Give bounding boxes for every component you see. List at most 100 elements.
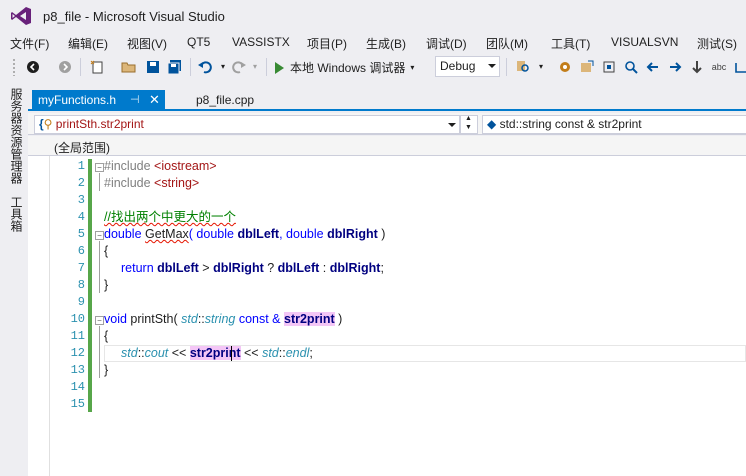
title-bar: p8_file - Microsoft Visual Studio [0, 0, 746, 32]
line-number: 7 [77, 261, 85, 275]
token: dblLeft [157, 261, 199, 275]
new-project-icon[interactable] [88, 58, 106, 76]
open-file-icon[interactable] [120, 58, 138, 76]
va-tool-1-icon[interactable] [556, 58, 574, 76]
menu-edit[interactable]: 编辑(E) [68, 35, 108, 52]
token: return [121, 261, 158, 275]
va-refresh-icon[interactable] [732, 58, 746, 76]
tab-p8-file-cpp[interactable]: p8_file.cpp [196, 93, 254, 107]
token: #include [104, 176, 155, 190]
menu-test[interactable]: 测试(S) [697, 35, 737, 52]
undo-icon[interactable] [196, 58, 214, 76]
token: const & [235, 312, 284, 326]
menu-team[interactable]: 团队(M) [486, 35, 528, 52]
server-explorer-tab[interactable]: 服务器资源管理器 [8, 88, 25, 184]
token: std [262, 346, 279, 360]
chevron-down-icon [448, 123, 456, 127]
visual-studio-logo-icon [11, 7, 31, 25]
start-debugging-button[interactable]: 本地 Windows 调试器 ▾ [275, 58, 414, 77]
spell-check-icon[interactable]: abc [710, 58, 728, 76]
token: endl [285, 346, 310, 360]
line-number: 11 [70, 329, 85, 343]
token: << [240, 346, 263, 360]
line-number: 10 [70, 312, 85, 326]
token: ? [263, 261, 278, 275]
code-line-4: //找出两个中更大的一个 [104, 209, 744, 226]
line-number: 13 [70, 363, 85, 377]
token: } [104, 278, 109, 292]
scope-spin-button[interactable]: ▲ ▼ [460, 115, 478, 134]
parameter-value: std::string const & str2print [499, 117, 642, 131]
token: printSth [130, 312, 174, 326]
document-tab-strip: myFunctions.h ⊣ ✕ p8_file.cpp [28, 88, 746, 111]
line-number: 1 [77, 159, 85, 173]
token: dblRight [327, 227, 378, 241]
tab-myfunctions-h[interactable]: myFunctions.h ⊣ ✕ [32, 90, 165, 111]
token: :: [137, 346, 145, 360]
token: ; [380, 261, 384, 275]
line-number: 12 [70, 346, 85, 360]
toolbox-tab[interactable]: 工具箱 [8, 196, 25, 232]
token: <string> [154, 176, 200, 190]
close-icon[interactable]: ✕ [149, 92, 160, 108]
code-line-7: return dblLeft > dblRight ? dblLeft : db… [104, 260, 744, 277]
token: ( double [188, 227, 238, 241]
toolbar-overflow-icon[interactable]: ▾ [532, 58, 550, 76]
line-number: 2 [77, 176, 85, 190]
text-caret [231, 346, 232, 361]
line-number: 4 [77, 210, 85, 224]
menu-tools[interactable]: 工具(T) [551, 35, 590, 52]
token: <iostream> [154, 159, 217, 173]
scope-member-select[interactable]: {⚲ printSth.str2print [34, 115, 460, 134]
window-title: p8_file - Microsoft Visual Studio [43, 9, 225, 24]
navigate-forward-icon[interactable] [56, 58, 74, 76]
token: dblLeft [277, 261, 320, 275]
menu-build[interactable]: 生成(B) [366, 35, 406, 52]
token: dblRight [213, 261, 264, 275]
code-line-13: } [104, 362, 744, 379]
collapse-icon[interactable]: − [95, 231, 104, 240]
save-all-icon[interactable] [166, 58, 184, 76]
editor-margin [28, 156, 50, 476]
spin-down-icon[interactable]: ▼ [465, 124, 472, 131]
token: dblLeft [237, 227, 280, 241]
va-search-icon[interactable] [622, 58, 640, 76]
line-number: 9 [77, 295, 85, 309]
line-number-gutter: 1 2 3 4 5 6 7 8 9 10 11 12 13 14 15 [50, 158, 88, 413]
find-in-files-icon[interactable] [514, 58, 532, 76]
menu-visualsvn[interactable]: VISUALSVN [611, 35, 678, 49]
scope-member-value: printSth.str2print [55, 117, 144, 131]
redo-dropdown-icon[interactable]: ▾ [246, 58, 264, 76]
menu-debug[interactable]: 调试(D) [426, 35, 467, 52]
menu-file[interactable]: 文件(F) [10, 35, 49, 52]
parameter-select[interactable]: ◆ std::string const & str2print [482, 115, 746, 134]
va-arrow-down-icon[interactable] [688, 58, 706, 76]
va-forward-arrow-icon[interactable] [666, 58, 684, 76]
menu-project[interactable]: 项目(P) [307, 35, 347, 52]
menu-vassistx[interactable]: VASSISTX [232, 35, 290, 49]
dropdown-arrow-icon: ▾ [410, 63, 415, 72]
menu-qt5[interactable]: QT5 [187, 35, 210, 49]
collapse-icon[interactable]: − [95, 163, 104, 172]
code-line-5: double GetMax( double dblLeft, double db… [104, 226, 744, 243]
navigate-back-icon[interactable] [24, 58, 42, 76]
va-back-arrow-icon[interactable] [644, 58, 662, 76]
va-tool-2-icon[interactable] [578, 58, 596, 76]
token: , double [279, 227, 328, 241]
spin-up-icon[interactable]: ▲ [465, 115, 472, 122]
menu-view[interactable]: 视图(V) [127, 35, 167, 52]
collapse-icon[interactable]: − [95, 316, 104, 325]
va-tool-3-icon[interactable] [600, 58, 618, 76]
pin-icon[interactable]: ⊣ [130, 93, 140, 106]
solution-configuration-select[interactable]: Debug [435, 56, 500, 77]
tab-label: myFunctions.h [38, 93, 117, 107]
toolbar-grip[interactable] [12, 58, 16, 76]
save-icon[interactable] [144, 58, 162, 76]
token: #include [104, 159, 155, 173]
token: void [104, 312, 131, 326]
token: { [104, 244, 109, 258]
token: GetMax [145, 227, 189, 241]
